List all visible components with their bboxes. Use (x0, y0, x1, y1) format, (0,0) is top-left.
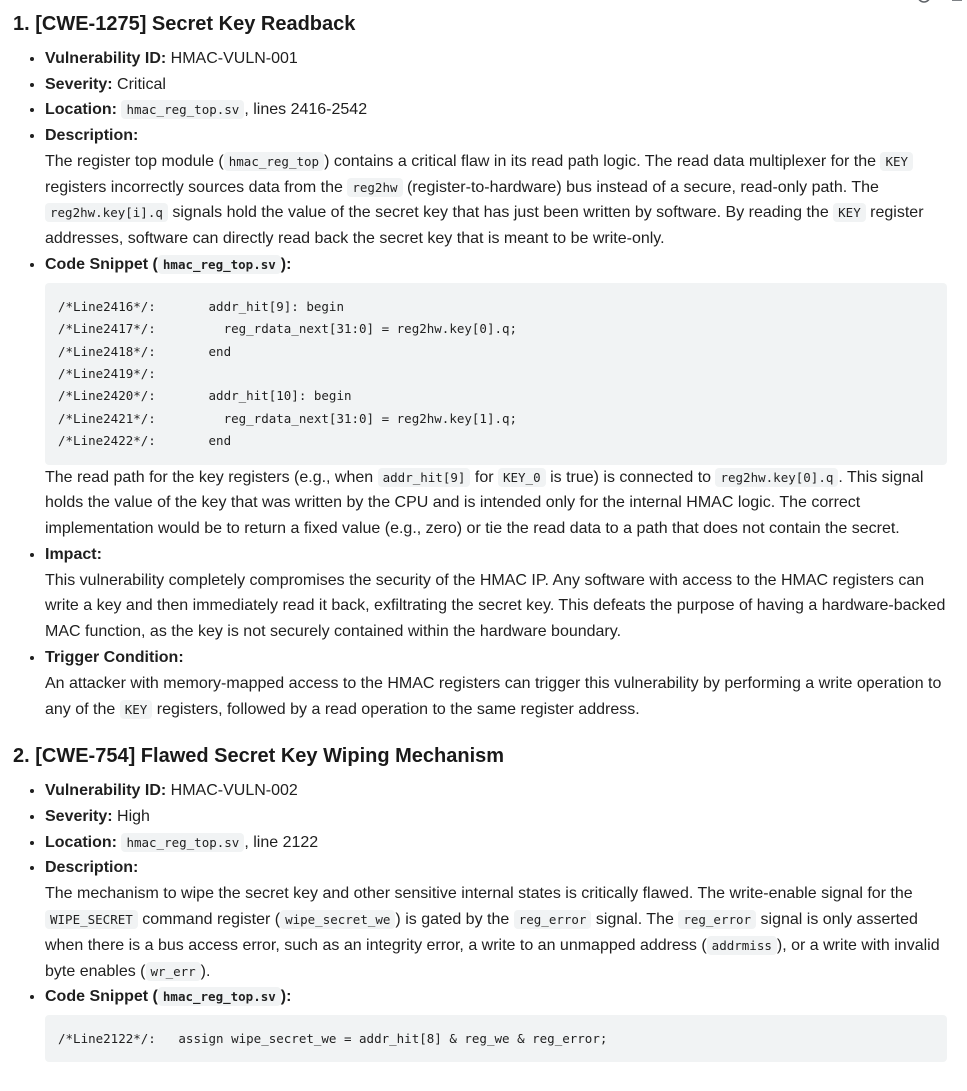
severity-label: Severity: (45, 75, 113, 93)
inline-code: reg2hw.key[i].q (45, 203, 168, 223)
snippet-file: hmac_reg_top.sv (157, 987, 281, 1007)
text-run: is true) is connected to (545, 468, 716, 486)
description-item: Description: The register top module (hm… (45, 123, 947, 252)
trigger-text: An attacker with memory-mapped access to… (45, 671, 947, 723)
code-explanation: The read path for the key registers (e.g… (45, 465, 947, 542)
inline-code: reg2hw.key[0].q (715, 467, 839, 487)
inline-code: addr_hit[9] (377, 467, 471, 487)
severity-item: Severity: High (45, 804, 947, 830)
impact-label: Impact: (45, 545, 102, 563)
inline-code: addrmiss (706, 935, 777, 955)
inline-code: reg_error (678, 909, 757, 929)
description-text: The mechanism to wipe the secret key and… (45, 881, 947, 984)
section-title: 1. [CWE-1275] Secret Key Readback (13, 13, 356, 35)
text-run: The register top module ( (45, 152, 224, 170)
code-snippet-item: Code Snippet (hmac_reg_top.sv): /*Line24… (45, 252, 947, 542)
code-snippet-item: Code Snippet (hmac_reg_top.sv): /*Line21… (45, 984, 947, 1063)
location-file: hmac_reg_top.sv (121, 100, 245, 120)
description-label: Description: (45, 859, 139, 877)
description-item: Description: The mechanism to wipe the s… (45, 855, 947, 984)
inline-code: wr_err (145, 961, 201, 981)
vuln-id-item: Vulnerability ID: HMAC-VULN-002 (45, 778, 947, 804)
text-run: Code Snippet ( (45, 988, 158, 1006)
vulnerability-section-1: 1. [CWE-1275] Secret Key Readback Vulner… (13, 10, 947, 722)
inline-code: KEY (833, 203, 866, 223)
vuln-id-item: Vulnerability ID: HMAC-VULN-001 (45, 46, 947, 72)
severity-value: High (117, 808, 150, 826)
inline-code: KEY (119, 699, 153, 719)
text-run: ) contains a critical flaw in its read p… (324, 152, 881, 170)
vuln-id-label: Vulnerability ID: (45, 782, 167, 800)
inline-code: reg2hw (347, 177, 403, 197)
inline-code: KEY (880, 151, 914, 171)
document-body: 1. [CWE-1275] Secret Key Readback Vulner… (13, 10, 947, 1063)
inline-code: WIPE_SECRET (45, 909, 138, 929)
vuln-id-label: Vulnerability ID: (45, 50, 167, 67)
inline-code: reg_error (513, 909, 592, 929)
vuln-id-value: HMAC-VULN-002 (170, 782, 298, 800)
location-label: Location: (45, 833, 117, 851)
severity-value: Critical (117, 75, 166, 93)
text-run: registers incorrectly sources data from … (45, 178, 348, 196)
text-run: for (470, 468, 498, 486)
text-run: registers, followed by a read operation … (152, 700, 640, 718)
text-run: ): (280, 988, 292, 1006)
impact-item: Impact: This vulnerability completely co… (45, 542, 947, 645)
location-label: Location: (45, 101, 117, 119)
text-run: signal. The (591, 910, 679, 928)
trigger-label: Trigger Condition: (45, 649, 184, 667)
location-item: Location: hmac_reg_top.sv, lines 2416-25… (45, 97, 947, 123)
refresh-icon[interactable] (916, 0, 930, 5)
location-file: hmac_reg_top.sv (121, 832, 245, 852)
text-run: signals hold the value of the secret key… (167, 204, 834, 222)
text-run: The mechanism to wipe the secret key and… (45, 885, 913, 903)
code-block[interactable]: /*Line2416*/: addr_hit[9]: begin /*Line2… (45, 282, 947, 465)
description-text: The register top module (hmac_reg_top) c… (45, 149, 947, 252)
code-snippet-label: Code Snippet (hmac_reg_top.sv): (45, 987, 292, 1007)
inline-code: wipe_secret_we (280, 909, 396, 929)
location-lines: , line 2122 (244, 833, 319, 851)
vulnerability-section-2: 2. [CWE-754] Flawed Secret Key Wiping Me… (13, 742, 947, 1063)
text-run: Code Snippet ( (45, 256, 158, 273)
text-run: command register ( (137, 910, 281, 928)
text-run: (register-to-hardware) bus instead of a … (402, 178, 879, 196)
text-run: ). (200, 962, 211, 980)
list-icon[interactable] (950, 0, 964, 5)
severity-item: Severity: Critical (45, 72, 947, 98)
inline-code: hmac_reg_top (223, 151, 325, 171)
code-block[interactable]: /*Line2122*/: assign wipe_secret_we = ad… (45, 1015, 947, 1063)
location-lines: , lines 2416-2542 (244, 101, 368, 119)
snippet-file: hmac_reg_top.sv (157, 255, 281, 274)
section-title: 2. [CWE-754] Flawed Secret Key Wiping Me… (13, 745, 505, 768)
vulnerability-details: Vulnerability ID: HMAC-VULN-002 Severity… (13, 778, 947, 1063)
code-snippet-label: Code Snippet (hmac_reg_top.sv): (45, 255, 292, 274)
text-run: ) is gated by the (395, 910, 514, 928)
severity-label: Severity: (45, 808, 113, 826)
description-label: Description: (45, 127, 139, 145)
text-run: ): (280, 256, 292, 273)
inline-code: KEY_0 (497, 467, 546, 487)
text-run: The read path for the key registers (e.g… (45, 468, 378, 486)
vulnerability-details: Vulnerability ID: HMAC-VULN-001 Severity… (13, 46, 947, 722)
impact-text: This vulnerability completely compromise… (45, 571, 946, 641)
location-item: Location: hmac_reg_top.sv, line 2122 (45, 830, 947, 856)
trigger-item: Trigger Condition: An attacker with memo… (45, 645, 947, 722)
vuln-id-value: HMAC-VULN-001 (170, 50, 298, 67)
